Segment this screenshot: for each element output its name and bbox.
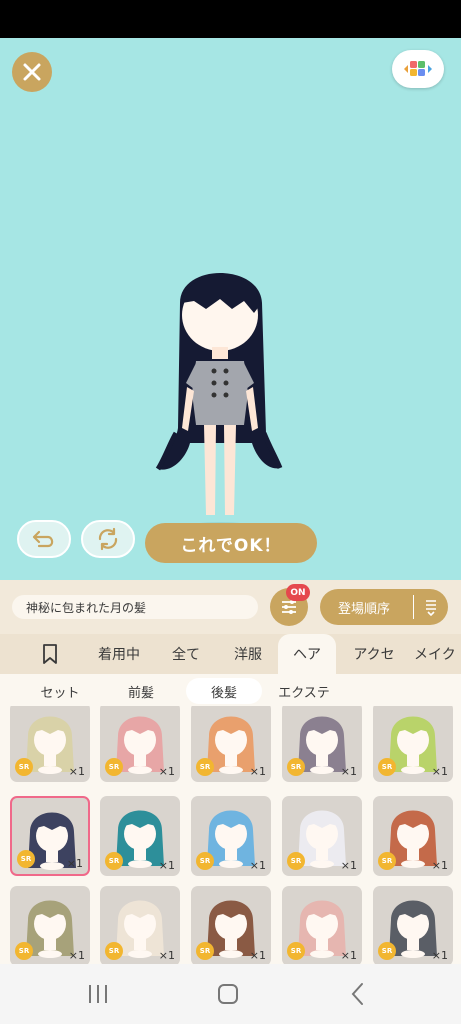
rarity-badge: SR <box>15 942 33 960</box>
avatar-stage: これでOK！ <box>0 38 461 580</box>
palette-icon <box>404 61 432 76</box>
hair-subtabs: セット 前髪 後髪 エクステ <box>0 674 461 706</box>
confirm-button[interactable]: これでOK！ <box>145 523 317 563</box>
rarity-badge: SR <box>287 852 305 870</box>
tab-all[interactable]: 全て <box>160 634 212 674</box>
item-quantity: ×1 <box>158 765 175 778</box>
hair-item-card[interactable]: SR ×1 <box>191 706 271 782</box>
tab-hair[interactable]: ヘア <box>278 634 336 674</box>
undo-button[interactable] <box>17 520 71 558</box>
close-button[interactable] <box>12 52 52 92</box>
item-info-bar: 神秘に包まれた月の髪 ON 登場順序 <box>0 580 461 634</box>
hair-item-card[interactable]: SR ×1 <box>10 796 90 876</box>
rarity-badge: SR <box>105 942 123 960</box>
rarity-badge: SR <box>378 942 396 960</box>
hair-item-card[interactable]: SR ×1 <box>100 706 180 782</box>
item-quantity: ×1 <box>68 949 85 962</box>
item-quantity: ×1 <box>340 859 357 872</box>
undo-icon <box>32 530 54 548</box>
item-quantity: ×1 <box>68 765 85 778</box>
hair-item-card[interactable]: SR ×1 <box>10 886 90 964</box>
hair-item-card[interactable]: SR ×1 <box>10 706 90 782</box>
item-quantity: ×1 <box>431 859 448 872</box>
item-quantity: ×1 <box>340 765 357 778</box>
hair-item-card[interactable]: SR ×1 <box>373 796 453 876</box>
refresh-icon <box>98 527 118 551</box>
hair-item-card[interactable]: SR ×1 <box>100 796 180 876</box>
hair-item-card[interactable]: SR ×1 <box>373 706 453 782</box>
avatar-character <box>155 273 283 532</box>
subtab-front-hair[interactable]: 前髪 <box>108 678 174 704</box>
subtab-back-hair[interactable]: 後髪 <box>186 678 262 704</box>
filter-on-badge: ON <box>286 584 310 601</box>
close-icon <box>23 63 41 81</box>
sort-divider <box>413 595 414 619</box>
rarity-badge: SR <box>196 758 214 776</box>
color-palette-button[interactable] <box>392 50 444 88</box>
back-icon[interactable] <box>346 982 370 1006</box>
recent-apps-icon[interactable] <box>86 982 110 1006</box>
tab-wearing[interactable]: 着用中 <box>86 634 152 674</box>
category-tabs: 着用中 全て 洋服 ヘア アクセ メイク <box>0 634 461 674</box>
sort-button[interactable]: 登場順序 <box>320 589 448 625</box>
item-quantity: ×1 <box>66 857 83 870</box>
tab-bookmark[interactable] <box>28 634 72 674</box>
rarity-badge: SR <box>378 758 396 776</box>
subtab-extensions[interactable]: エクステ <box>266 678 342 704</box>
rarity-badge: SR <box>287 758 305 776</box>
item-quantity: ×1 <box>431 765 448 778</box>
tab-clothes[interactable]: 洋服 <box>222 634 274 674</box>
subtab-set[interactable]: セット <box>22 678 98 704</box>
item-quantity: ×1 <box>158 949 175 962</box>
rarity-badge: SR <box>378 852 396 870</box>
item-quantity: ×1 <box>249 859 266 872</box>
tab-makeup[interactable]: メイク <box>414 634 461 674</box>
hair-item-card[interactable]: SR ×1 <box>282 706 362 782</box>
item-quantity: ×1 <box>249 765 266 778</box>
home-icon[interactable] <box>216 982 240 1006</box>
rarity-badge: SR <box>196 942 214 960</box>
rarity-badge: SR <box>105 758 123 776</box>
item-quantity: ×1 <box>249 949 266 962</box>
status-bar <box>0 0 461 38</box>
hair-item-card[interactable]: SR ×1 <box>100 886 180 964</box>
hair-item-card[interactable]: SR ×1 <box>191 886 271 964</box>
reset-button[interactable] <box>81 520 135 558</box>
sort-label: 登場順序 <box>338 601 391 617</box>
hair-item-card[interactable]: SR ×1 <box>282 796 362 876</box>
item-grid: SR ×1 SR ×1 SR ×1 SR ×1 SR ×1 SR ×1 SR ×… <box>0 706 461 964</box>
rarity-badge: SR <box>15 758 33 776</box>
bookmark-icon <box>43 644 57 664</box>
item-quantity: ×1 <box>431 949 448 962</box>
rarity-badge: SR <box>17 850 35 868</box>
item-quantity: ×1 <box>158 859 175 872</box>
hair-item-card[interactable]: SR ×1 <box>282 886 362 964</box>
sort-order-icon <box>426 600 436 616</box>
system-nav-bar <box>0 964 461 1024</box>
item-quantity: ×1 <box>340 949 357 962</box>
rarity-badge: SR <box>287 942 305 960</box>
rarity-badge: SR <box>105 852 123 870</box>
hair-item-card[interactable]: SR ×1 <box>191 796 271 876</box>
hair-item-card[interactable]: SR ×1 <box>373 886 453 964</box>
item-name-label: 神秘に包まれた月の髪 <box>12 595 258 619</box>
rarity-badge: SR <box>196 852 214 870</box>
tab-accessories[interactable]: アクセ <box>342 634 406 674</box>
